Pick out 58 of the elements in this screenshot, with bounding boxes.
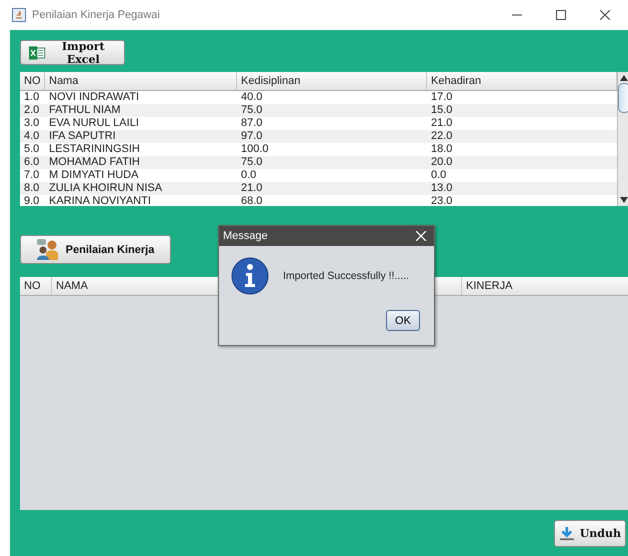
table-cell-text: NOVI INDRAWATI xyxy=(48,91,140,104)
table-cell-text: KARINA NOVIYANTI xyxy=(48,195,152,206)
column-header[interactable]: NO xyxy=(20,72,45,90)
ok-button[interactable]: OK xyxy=(386,310,420,331)
maximize-icon[interactable] xyxy=(556,10,566,20)
table-cell-text: 1.0 xyxy=(23,91,40,104)
table-cell-text: 20.0 xyxy=(430,156,454,169)
table-cell-text: EVA NURUL LAILI xyxy=(48,117,140,130)
table-cell-text: 13.0 xyxy=(430,182,454,195)
download-icon xyxy=(559,526,575,542)
table-cell-text: 17.0 xyxy=(430,91,454,104)
table-cell-text: 9.0 xyxy=(23,195,40,206)
table-cell-text: 21.0 xyxy=(240,182,264,195)
scroll-down-icon[interactable] xyxy=(620,197,628,203)
table-cell-text: 5.0 xyxy=(23,143,40,156)
table-cell-text: 6.0 xyxy=(23,156,40,169)
table-cell-text: LESTARININGSIH xyxy=(48,143,141,156)
table-cell-text: 40.0 xyxy=(240,91,264,104)
column-header[interactable]: NO xyxy=(20,277,52,295)
scroll-up-icon[interactable] xyxy=(620,75,628,81)
dialog-title: Message xyxy=(223,230,268,242)
table-cell-text: 23.0 xyxy=(430,195,454,206)
window-title: Penilaian Kinerja Pegawai xyxy=(32,9,160,21)
people-icon xyxy=(36,238,61,260)
table-cell-text: M DIMYATI HUDA xyxy=(48,169,140,182)
table-cell-text: 97.0 xyxy=(240,130,264,143)
info-icon xyxy=(231,257,269,295)
scrollbar[interactable] xyxy=(617,72,628,206)
table-cell-text: MOHAMAD FATIH xyxy=(48,156,141,169)
table-cell-text: 15.0 xyxy=(430,104,454,117)
table-cell-text: FATHUL NIAM xyxy=(48,104,122,117)
spreadsheet-icon xyxy=(29,44,46,60)
penilaian-kinerja-button[interactable]: Penilaian Kinerja xyxy=(20,235,171,264)
table-cell-text: 100.0 xyxy=(240,143,270,156)
table-cell-text: 18.0 xyxy=(430,143,454,156)
table-cell-text: ZULIA KHOIRUN NISA xyxy=(48,182,164,195)
table-cell-text: 3.0 xyxy=(23,117,40,130)
dialog-message: Imported Successfully !!..... xyxy=(283,270,410,282)
table-cell-text: IFA SAPUTRI xyxy=(48,130,117,143)
table-cell-text: 2.0 xyxy=(23,104,40,117)
close-icon[interactable] xyxy=(600,10,610,20)
table-cell-text: 22.0 xyxy=(430,130,454,143)
table-cell-text: 0.0 xyxy=(430,169,448,182)
table-cell-text: 75.0 xyxy=(240,156,264,169)
column-header[interactable]: Kedisiplinan xyxy=(237,72,427,90)
table-cell-text: 87.0 xyxy=(240,117,264,130)
import-excel-button[interactable]: Import Excel xyxy=(20,40,125,65)
table-cell-text: 75.0 xyxy=(240,104,264,117)
unduh-button[interactable]: Unduh xyxy=(554,520,626,547)
table-cell-text: 21.0 xyxy=(430,117,454,130)
column-header[interactable]: Nama xyxy=(45,72,237,90)
table-cell-text: 8.0 xyxy=(23,182,40,195)
scroll-thumb[interactable] xyxy=(618,83,628,113)
table-cell-text: 7.0 xyxy=(23,169,40,182)
table-cell-text: 68.0 xyxy=(240,195,264,206)
table-cell-text: 4.0 xyxy=(23,130,40,143)
column-header[interactable]: KINERJA xyxy=(462,277,628,295)
table-cell-text: 0.0 xyxy=(240,169,258,182)
